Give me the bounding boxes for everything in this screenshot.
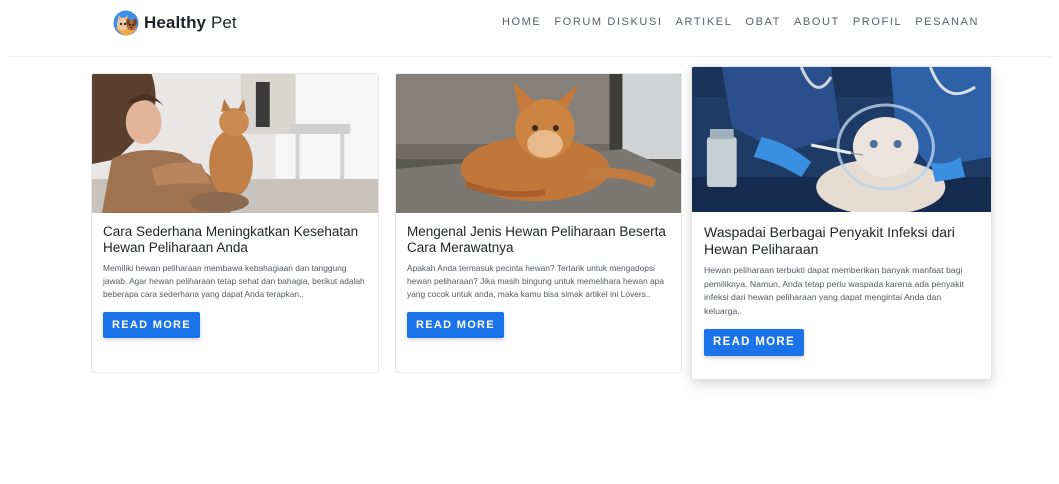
article-excerpt: Apakah Anda termasuk pecinta hewan? Tert… — [407, 263, 664, 300]
brand-name: Healthy Pet — [144, 13, 237, 33]
article-excerpt: Hewan peliharaan terbukti dapat memberik… — [704, 265, 964, 316]
pet-logo-icon — [113, 10, 139, 36]
nav-about[interactable]: ABOUT — [794, 16, 840, 28]
article-card: Cara Sederhana Meningkatkan Kesehatan He… — [91, 73, 379, 373]
nav-home[interactable]: HOME — [502, 16, 541, 28]
woman-with-cat-photo — [92, 74, 378, 213]
article-card: Waspadai Berbagai Penyakit Infeksi dari … — [691, 66, 992, 380]
brand-home-link[interactable]: Healthy Pet — [113, 10, 237, 36]
read-more-button[interactable]: READ MORE — [103, 312, 200, 339]
card-body: Waspadai Berbagai Penyakit Infeksi dari … — [692, 212, 991, 357]
read-more-button[interactable]: READ MORE — [704, 329, 804, 357]
article-title[interactable]: Mengenal Jenis Hewan Peliharaan Beserta … — [407, 224, 670, 256]
article-excerpt: Memiliki hewan peliharaan membawa kebaha… — [103, 263, 365, 300]
read-more-button[interactable]: READ MORE — [407, 312, 504, 339]
vet-injecting-cat-photo — [692, 67, 991, 212]
brand-name-light: Pet — [210, 13, 237, 32]
article-title[interactable]: Cara Sederhana Meningkatkan Kesehatan He… — [103, 224, 367, 256]
brand-name-bold: Healthy — [144, 13, 207, 32]
nav-artikel[interactable]: ARTIKEL — [676, 16, 733, 28]
article-card: Mengenal Jenis Hewan Peliharaan Beserta … — [395, 73, 682, 373]
nav-pesanan[interactable]: PESANAN — [915, 16, 979, 28]
nav-profil[interactable]: PROFIL — [853, 16, 902, 28]
nav-obat[interactable]: OBAT — [745, 16, 781, 28]
nav-forum-diskusi[interactable]: FORUM DISKUSI — [554, 16, 662, 28]
navbar-divider — [8, 56, 1051, 57]
card-body: Mengenal Jenis Hewan Peliharaan Beserta … — [396, 213, 681, 339]
navbar: Healthy Pet HOME FORUM DISKUSI ARTIKEL O… — [0, 0, 1059, 46]
card-body: Cara Sederhana Meningkatkan Kesehatan He… — [92, 213, 378, 339]
main-nav: HOME FORUM DISKUSI ARTIKEL OBAT ABOUT PR… — [502, 16, 979, 28]
orange-cat-photo — [396, 74, 681, 213]
article-title[interactable]: Waspadai Berbagai Penyakit Infeksi dari … — [704, 224, 979, 258]
